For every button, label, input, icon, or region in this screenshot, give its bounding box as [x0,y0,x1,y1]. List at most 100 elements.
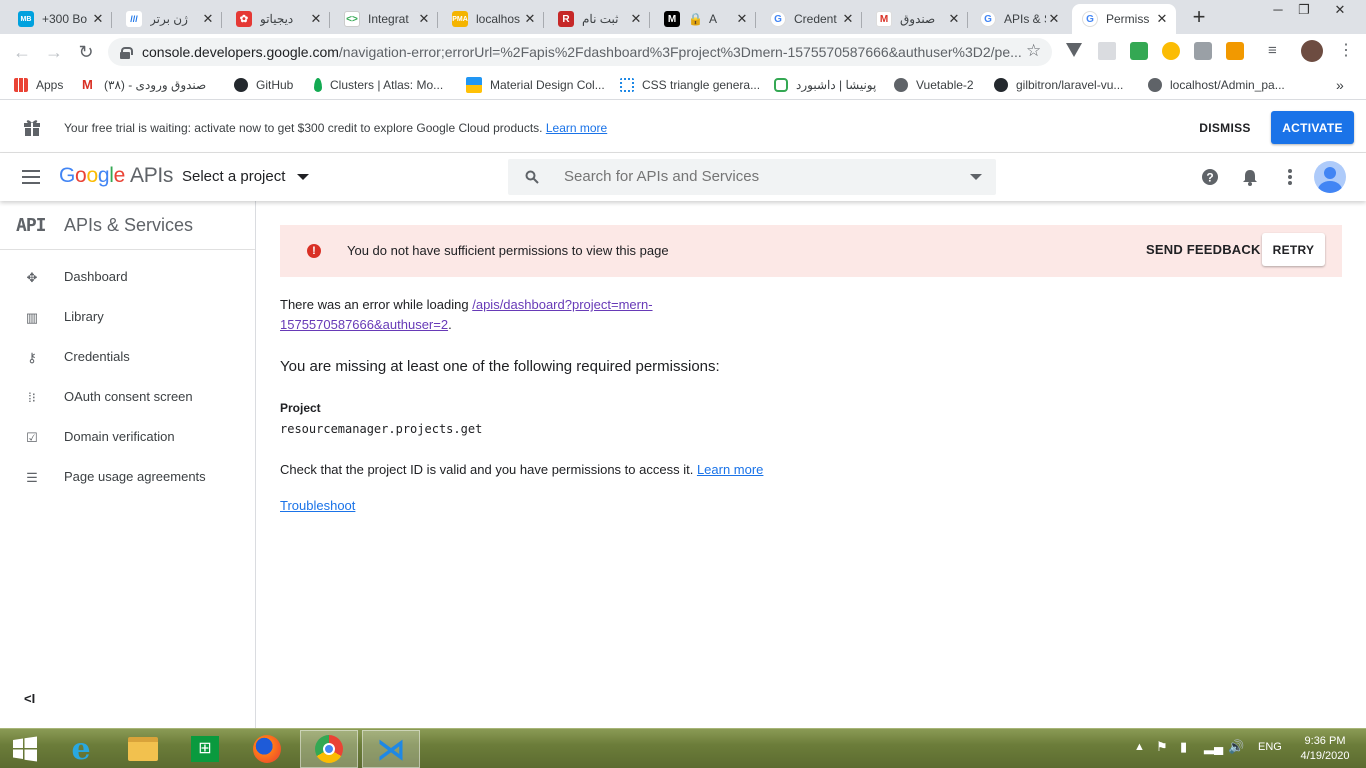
browser-tab[interactable]: <> Integrat ✕ [334,4,438,34]
browser-menu-icon[interactable]: ⋮ [1338,40,1354,60]
profile-avatar-icon[interactable] [1301,40,1323,62]
search-input[interactable]: Search for APIs and Services [564,168,759,185]
gmail-icon: M [82,77,93,92]
close-icon[interactable]: ✕ [734,11,750,27]
close-icon[interactable]: ✕ [522,11,538,27]
close-icon[interactable]: ✕ [628,11,644,27]
close-icon[interactable]: ✕ [90,11,106,27]
volume-icon[interactable]: 🔊 [1228,739,1244,755]
bookmark-item[interactable]: Material Design Col... [466,76,605,94]
pl-extension-icon[interactable] [1130,42,1148,60]
send-feedback-button[interactable]: SEND FEEDBACK [1146,242,1261,257]
minimize-button[interactable]: ─ [1264,2,1292,20]
firefox-icon[interactable] [238,730,296,768]
dismiss-button[interactable]: DISMISS [1190,112,1260,144]
browser-tab[interactable]: MB +300 Bo ✕ [8,4,112,34]
browser-tab-active[interactable]: G Permiss ✕ [1072,4,1176,34]
language-indicator[interactable]: ENG [1258,741,1282,753]
learn-more-link[interactable]: Learn more [697,462,763,477]
bookmark-item[interactable]: gilbitron/laravel-vu... [994,76,1123,94]
menu-icon[interactable] [22,170,40,184]
vue-devtools-icon[interactable] [1066,43,1082,57]
activate-button[interactable]: ACTIVATE [1271,111,1354,144]
forward-button[interactable]: → [42,40,66,64]
search-dropdown-icon[interactable] [970,174,982,180]
bookmark-item[interactable]: Clusters | Atlas: Mo... [314,76,443,94]
ie-logo-icon: e [71,731,91,767]
error-url-part-2: 1575570587666&authuser=2 [280,317,449,332]
close-icon[interactable]: ✕ [840,11,856,27]
bookmark-item[interactable]: Apps [14,76,63,94]
close-icon[interactable]: ✕ [308,11,324,27]
close-icon[interactable]: ✕ [416,11,432,27]
bookmark-item[interactable]: CSS triangle genera... [620,76,760,94]
browser-tab[interactable]: /// ژن برتر ✕ [116,4,222,34]
google-apis-logo[interactable]: Google APIs [59,164,173,188]
banner-learn-more-link[interactable]: Learn more [546,121,607,135]
bookmark-item[interactable]: GitHub [234,76,293,94]
close-icon[interactable]: ✕ [946,11,962,27]
bookmark-label: Clusters | Atlas: Mo... [330,78,444,92]
tab-title: Credent [794,12,837,26]
dark-mode-icon[interactable] [1162,42,1180,60]
api-logo-icon: API [16,215,46,236]
project-selector[interactable]: Select a project [182,168,310,185]
taskbar-clock[interactable]: 9:36 PM 4/19/2020 [1290,734,1360,764]
close-icon[interactable]: ✕ [1154,11,1170,27]
store-icon[interactable]: ⊞ [176,730,234,768]
bookmark-item[interactable]: M صندوق ورودی - (۳۸) [82,76,206,94]
network-signal-icon[interactable]: ▂▄ [1204,739,1223,755]
more-bookmarks-button[interactable]: » [1336,76,1344,94]
pencil-extension-icon[interactable] [1226,42,1244,60]
close-window-button[interactable]: ✕ [1326,2,1354,20]
extension-icon[interactable] [1098,42,1116,60]
file-explorer-icon[interactable] [114,730,172,768]
restore-button[interactable]: ❐ [1290,2,1318,20]
bookmarks-bar: Apps M صندوق ورودی - (۳۸) GitHub Cluster… [0,70,1366,100]
collapse-sidebar-button[interactable]: <I [24,691,35,706]
tab-title: Integrat [368,12,409,26]
sidebar-item-oauth-consent-screen[interactable]: ⁞⁝ OAuth consent screen [0,377,255,417]
troubleshoot-link[interactable]: Troubleshoot [280,498,355,513]
vscode-icon[interactable]: ⋊ [362,730,420,768]
retry-button[interactable]: RETRY [1262,233,1325,266]
css-icon [620,78,634,92]
close-icon[interactable]: ✕ [1046,11,1062,27]
browser-tab[interactable]: G APIs & S ✕ [970,4,1068,34]
browser-tab[interactable]: G Credent ✕ [760,4,862,34]
help-icon[interactable]: ? [1200,167,1220,187]
bookmark-label: GitHub [256,78,294,92]
address-bar[interactable]: console.developers.google.com/navigation… [108,38,1052,66]
more-vert-icon[interactable] [1280,167,1300,187]
battery-icon[interactable]: ▮ [1180,739,1187,755]
close-icon[interactable]: ✕ [200,11,216,27]
reload-button[interactable]: ↻ [74,40,98,64]
internet-explorer-icon[interactable]: e [52,730,110,768]
account-avatar[interactable] [1314,161,1346,193]
sidebar-title: APIs & Services [64,215,194,235]
browser-tab[interactable]: M صندوق ✕ [866,4,968,34]
sidebar-item-library[interactable]: ▥ Library [0,297,255,337]
browser-tab[interactable]: ✿ دیجیاتو ✕ [226,4,330,34]
sidebar-item-domain-verification[interactable]: ☑ Domain verification [0,417,255,457]
sidebar-item-page-usage-agreements[interactable]: ☰ Page usage agreements [0,457,255,497]
browser-tab[interactable]: PMA localhos ✕ [442,4,544,34]
new-tab-button[interactable]: + [1188,6,1210,28]
media-control-icon[interactable]: ≡ [1268,42,1286,60]
browser-tab[interactable]: R ثبت نام ✕ [548,4,650,34]
notifications-bell-icon[interactable] [1240,167,1260,187]
chrome-icon[interactable] [300,730,358,768]
sidebar-item-credentials[interactable]: ⚷ Credentials [0,337,255,377]
bookmark-item[interactable]: localhost/Admin_pa... [1148,76,1285,94]
bookmark-star-icon[interactable]: ☆ [1026,41,1041,61]
browser-tab[interactable]: M 🔒 A ✕ [654,4,756,34]
start-button[interactable] [0,730,50,768]
back-button[interactable]: ← [10,40,34,64]
action-center-flag-icon[interactable]: ⚑ [1156,739,1168,755]
show-hidden-icons-icon[interactable]: ▲ [1134,741,1145,753]
camera-icon[interactable] [1194,42,1212,60]
sidebar-item-dashboard[interactable]: ✥ Dashboard [0,257,255,297]
bookmark-item[interactable]: پونیشا | داشبورد [774,76,876,94]
bookmark-item[interactable]: Vuetable-2 [894,76,974,94]
search-bar[interactable]: Search for APIs and Services [508,159,996,195]
